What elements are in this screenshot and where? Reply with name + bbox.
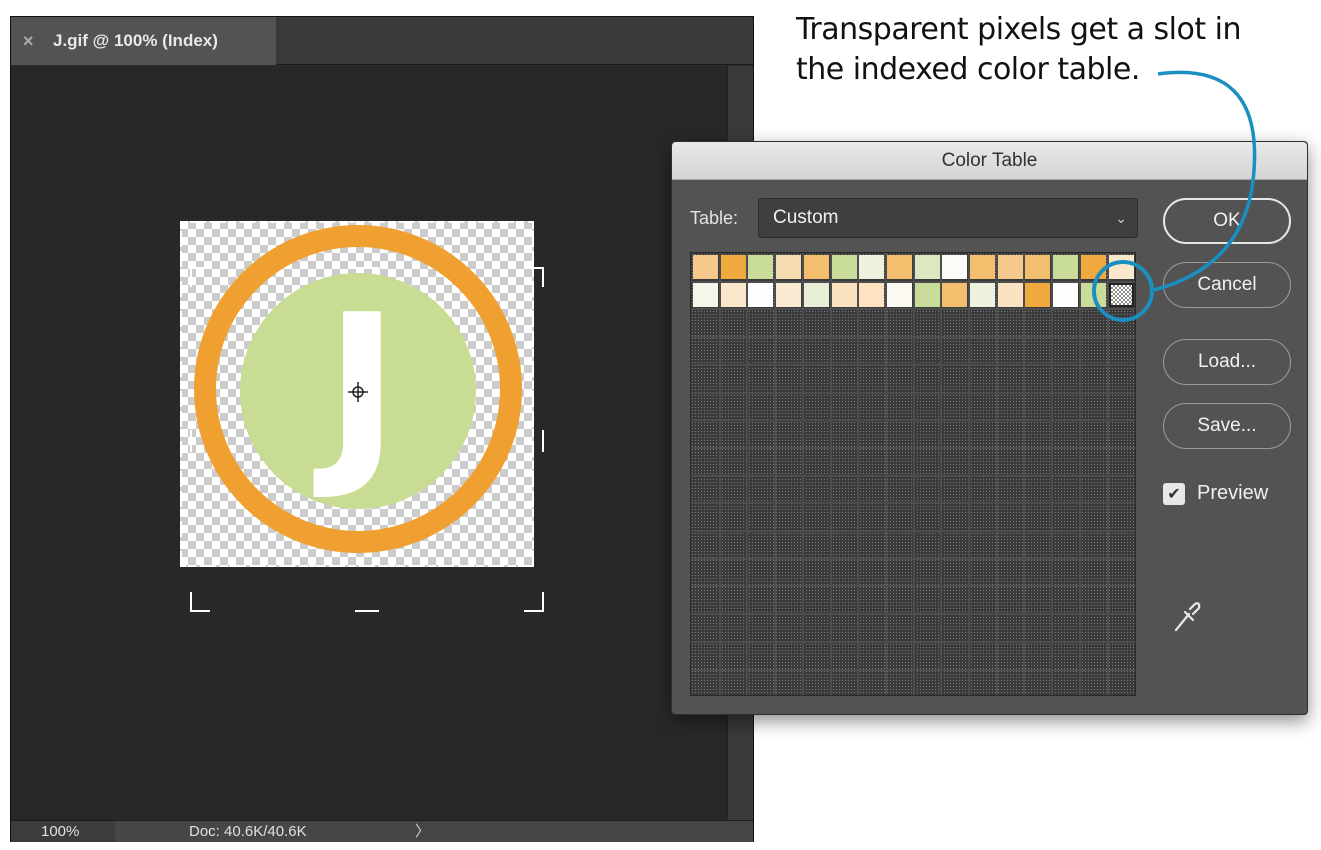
- color-swatch[interactable]: [859, 282, 885, 307]
- document-tab-title: J.gif @ 100% (Index): [53, 31, 218, 50]
- grid-divider: [691, 613, 1135, 616]
- color-swatch[interactable]: [1025, 282, 1051, 307]
- transform-handle[interactable]: [190, 430, 196, 452]
- grid-divider: [691, 557, 1135, 560]
- document-size: Doc: 40.6K/40.6K: [189, 823, 307, 840]
- preview-checkbox[interactable]: ✔: [1163, 482, 1185, 505]
- color-swatch-grid[interactable]: [690, 252, 1136, 696]
- screen: × J.gif @ 100% (Index) 100% Doc: 40.6K/4…: [0, 0, 1321, 850]
- color-swatch[interactable]: [997, 282, 1023, 307]
- color-table-dialog: Color Table Table: Custom ⌄ OK Cancel Lo…: [671, 141, 1308, 715]
- color-swatch[interactable]: [914, 282, 940, 307]
- table-label: Table:: [690, 208, 739, 228]
- load-button[interactable]: Load...: [1163, 339, 1291, 385]
- save-button[interactable]: Save...: [1163, 403, 1291, 449]
- grid-divider: [1051, 253, 1054, 695]
- transform-handle[interactable]: [538, 430, 544, 452]
- grid-divider: [1106, 253, 1109, 695]
- color-swatch[interactable]: [1053, 282, 1079, 307]
- color-swatch[interactable]: [970, 282, 995, 307]
- status-menu-arrow-icon[interactable]: 〉: [415, 821, 430, 842]
- color-swatch[interactable]: [720, 255, 746, 279]
- color-swatch[interactable]: [693, 255, 718, 279]
- grid-divider: [691, 474, 1135, 477]
- dialog-title: Color Table: [672, 142, 1307, 180]
- zoom-level-field[interactable]: 100%: [11, 821, 115, 842]
- color-swatch[interactable]: [1025, 255, 1051, 279]
- transform-handle[interactable]: [190, 267, 210, 287]
- color-swatch[interactable]: [1080, 282, 1106, 307]
- annotation-callout: Transparent pixels get a slot in the ind…: [796, 10, 1316, 90]
- transform-handle[interactable]: [524, 592, 544, 612]
- color-swatch[interactable]: [748, 282, 774, 307]
- transform-handle[interactable]: [355, 606, 379, 612]
- callout-line-1: Transparent pixels get a slot in: [796, 12, 1242, 47]
- color-swatch[interactable]: [693, 282, 718, 307]
- color-swatch[interactable]: [748, 255, 774, 279]
- transform-handle[interactable]: [190, 592, 210, 612]
- grid-divider: [1078, 253, 1081, 695]
- color-swatch[interactable]: [859, 255, 885, 279]
- grid-divider: [691, 502, 1135, 505]
- color-swatch[interactable]: [831, 255, 857, 279]
- color-swatch[interactable]: [1053, 255, 1079, 279]
- grid-divider: [1023, 253, 1026, 695]
- transparent-color-slot[interactable]: [1108, 282, 1134, 307]
- status-bar: 100% Doc: 40.6K/40.6K 〉: [11, 820, 753, 842]
- color-swatch[interactable]: [776, 282, 802, 307]
- eyedropper-icon[interactable]: [1172, 600, 1202, 634]
- color-swatch[interactable]: [886, 255, 912, 279]
- preview-option[interactable]: ✔ Preview: [1163, 482, 1268, 505]
- transform-handle[interactable]: [355, 267, 379, 273]
- close-icon[interactable]: ×: [23, 31, 53, 52]
- table-preset-value: Custom: [773, 207, 839, 228]
- grid-divider: [691, 640, 1135, 643]
- table-preset-select[interactable]: Custom ⌄: [758, 198, 1138, 238]
- document-tab[interactable]: × J.gif @ 100% (Index): [11, 17, 276, 65]
- grid-divider: [968, 253, 970, 695]
- grid-divider: [940, 253, 943, 695]
- checkmark-icon: ✔: [1167, 485, 1181, 503]
- color-swatch[interactable]: [970, 255, 995, 279]
- cancel-button[interactable]: Cancel: [1163, 262, 1291, 308]
- color-swatch[interactable]: [776, 255, 802, 279]
- callout-line-2: the indexed color table.: [796, 52, 1140, 87]
- color-swatch[interactable]: [997, 255, 1023, 279]
- tab-bar: × J.gif @ 100% (Index): [11, 17, 753, 65]
- color-swatch[interactable]: [1108, 255, 1134, 279]
- grid-divider: [691, 585, 1135, 588]
- color-swatch[interactable]: [1080, 255, 1106, 279]
- color-swatch[interactable]: [914, 255, 940, 279]
- chevron-down-icon: ⌄: [1115, 210, 1127, 226]
- ok-button[interactable]: OK: [1163, 198, 1291, 244]
- letter-j: J: [313, 272, 399, 505]
- preview-label: Preview: [1197, 482, 1269, 504]
- grid-divider: [691, 530, 1135, 532]
- color-swatch[interactable]: [942, 282, 968, 307]
- color-swatch[interactable]: [803, 255, 829, 279]
- color-swatch[interactable]: [803, 282, 829, 307]
- grid-divider: [691, 668, 1135, 671]
- color-swatch[interactable]: [720, 282, 746, 307]
- grid-divider: [995, 253, 998, 695]
- color-swatch[interactable]: [886, 282, 912, 307]
- color-swatch[interactable]: [831, 282, 857, 307]
- color-swatch[interactable]: [942, 255, 968, 279]
- transform-handle[interactable]: [524, 267, 544, 287]
